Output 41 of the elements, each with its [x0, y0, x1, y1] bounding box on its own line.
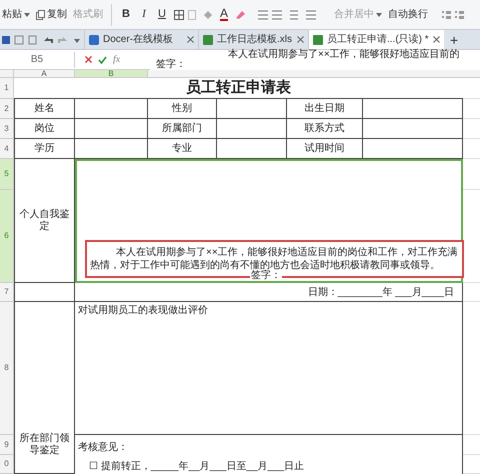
table-cell: 考核意见：: [75, 435, 463, 455]
row-header[interactable]: 3: [0, 119, 14, 139]
wrap-text-button[interactable]: 自动换行: [388, 7, 428, 22]
formula-input[interactable]: 本人在试用期参与了××工作，能够很好地适应目前的 签字：: [150, 50, 480, 70]
row-header[interactable]: 5: [0, 159, 14, 190]
row-header[interactable]: 1: [0, 78, 14, 99]
table-cell: 学历: [14, 139, 75, 159]
table-cell: 专业: [148, 139, 217, 159]
table-cell: 个人自我鉴定: [14, 159, 75, 283]
function-button[interactable]: fx: [113, 52, 120, 67]
table-cell: 联系方式: [287, 119, 363, 139]
table-cell: 对试用期员工的表现做出评价: [75, 302, 463, 435]
self-evaluation-text: 本人在试用期参与了××工作，能够很好地适应目前的岗位和工作，对工作充满热情，对于工作中可能遇到的尚有不懂的地方也会适时地积极请教同事或领导。: [90, 246, 459, 271]
document-tab[interactable]: 员工转正申请...(只读) *: [308, 30, 444, 49]
row-header[interactable]: 8: [0, 302, 14, 435]
copy-button[interactable]: 复制: [36, 7, 67, 22]
table-cell: 所在部门领导鉴定: [14, 302, 75, 474]
table-cell: 日期：________年 ___月____日: [75, 283, 463, 302]
table-cell: 所属部门: [148, 119, 217, 139]
new-tab-button[interactable]: +: [444, 31, 464, 49]
signature-label: 签字：: [250, 271, 282, 281]
sheet-title: 员工转正申请表: [14, 78, 463, 99]
row-header[interactable]: 7: [0, 283, 14, 302]
font-color-button[interactable]: A: [220, 8, 228, 21]
row-header[interactable]: 9: [0, 435, 14, 455]
table-cell: ☐ 提前转正，_____年__月___日至__月___日止: [75, 455, 463, 474]
table-cell: 试用时间: [287, 139, 363, 159]
row-header[interactable]: 6: [0, 190, 14, 283]
table-cell: 性别: [148, 99, 217, 119]
name-box[interactable]: B5: [0, 52, 75, 68]
table-cell: 岗位: [14, 119, 75, 139]
italic-button[interactable]: I: [138, 6, 150, 23]
paste-button[interactable]: 粘贴: [2, 7, 30, 22]
table-cell: 出生日期: [287, 99, 363, 119]
column-header[interactable]: B: [75, 70, 148, 77]
bold-button[interactable]: B: [120, 6, 132, 23]
underline-button[interactable]: U: [156, 6, 168, 23]
table-cell: 姓名: [14, 99, 75, 119]
row-header[interactable]: 4: [0, 139, 14, 159]
row-header[interactable]: 0: [0, 455, 14, 474]
row-header[interactable]: 2: [0, 99, 14, 119]
